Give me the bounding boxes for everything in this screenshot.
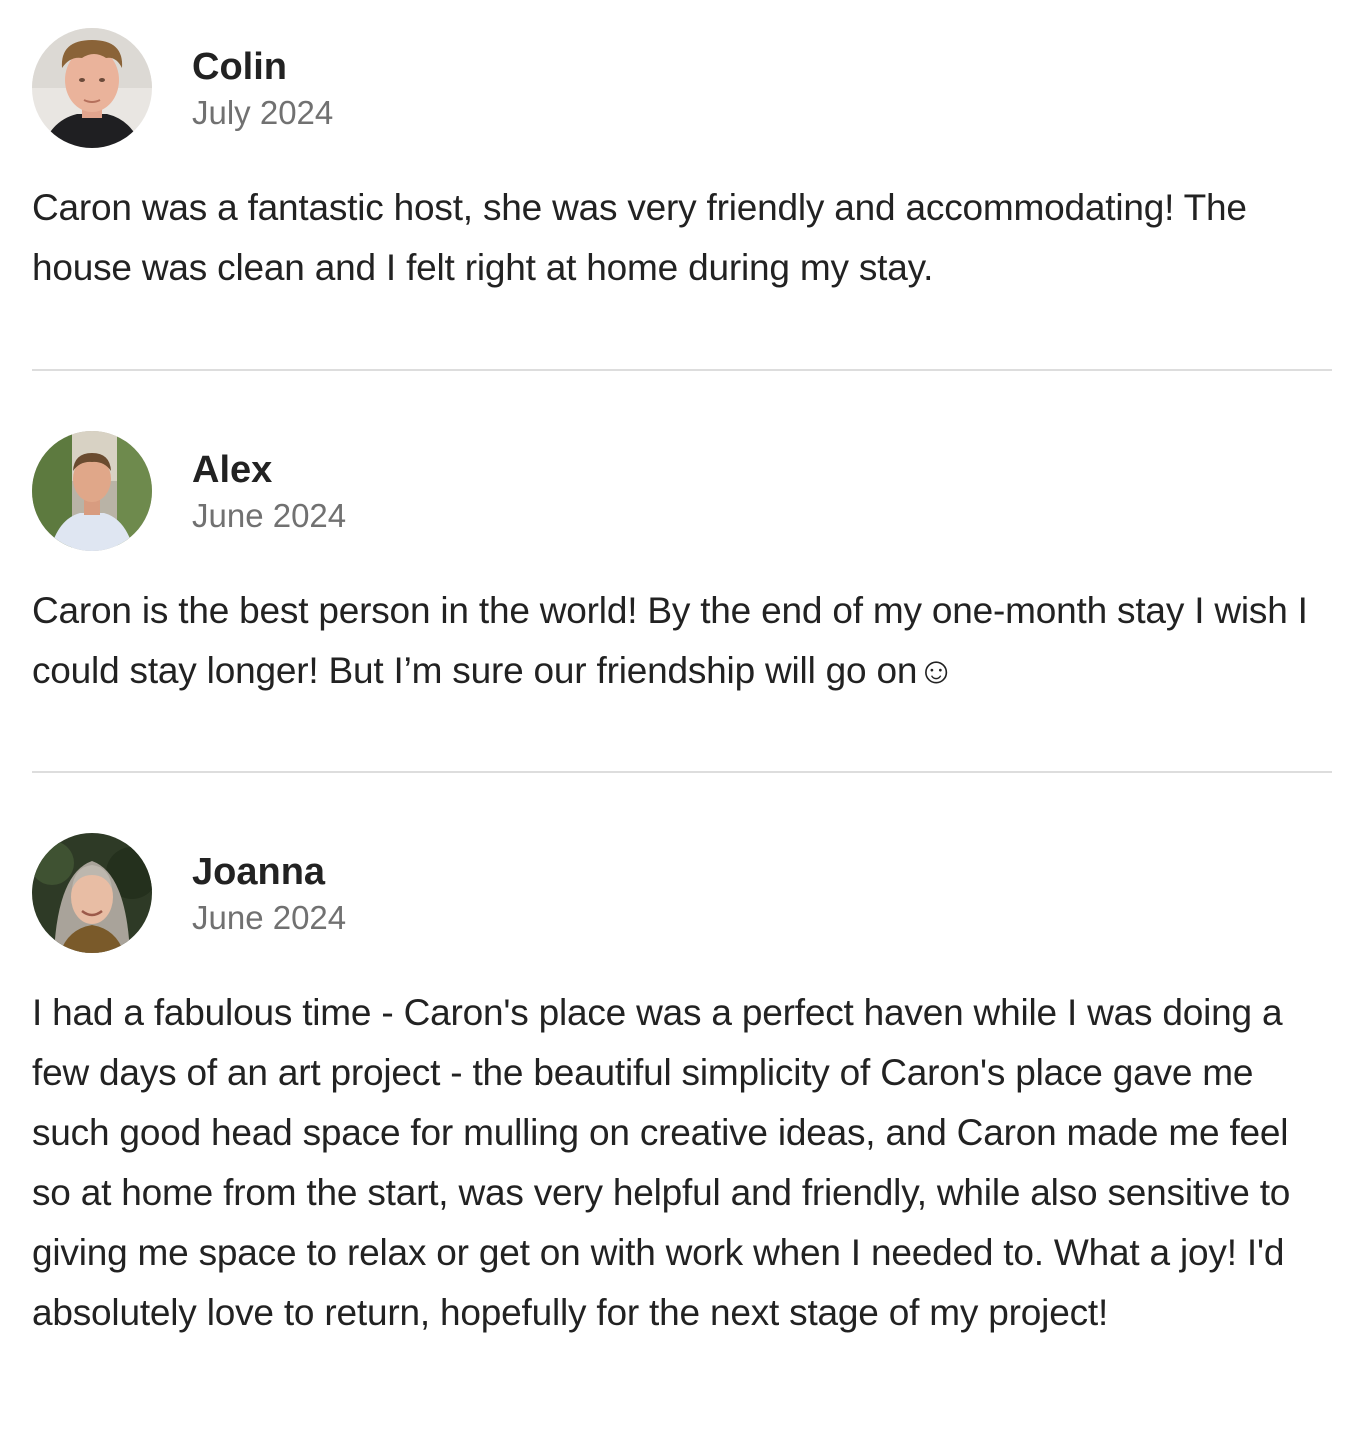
avatar-photo bbox=[32, 833, 152, 953]
avatar[interactable] bbox=[32, 28, 152, 148]
review-header: Colin July 2024 bbox=[32, 28, 1332, 148]
review-date: June 2024 bbox=[192, 899, 347, 936]
review-header: Joanna June 2024 bbox=[32, 833, 1332, 953]
review-text: Caron was a fantastic host, she was very… bbox=[32, 187, 1247, 288]
review-header: Alex June 2024 bbox=[32, 431, 1332, 551]
reviewer-name: Colin bbox=[192, 46, 287, 88]
review-text: Caron is the best person in the world! B… bbox=[32, 590, 1308, 691]
avatar[interactable] bbox=[32, 431, 152, 551]
divider bbox=[32, 369, 1332, 371]
avatar-photo bbox=[32, 431, 152, 551]
review-item: Joanna June 2024 I had a fabulous time -… bbox=[32, 833, 1332, 1333]
review-text: I had a fabulous time - Caron's place wa… bbox=[32, 992, 1291, 1333]
reviewer-name: Joanna bbox=[192, 851, 326, 893]
review-date: June 2024 bbox=[192, 497, 347, 534]
divider bbox=[32, 771, 1332, 773]
review-item: Colin July 2024 Caron was a fantastic ho… bbox=[32, 28, 1332, 288]
review-date: July 2024 bbox=[192, 94, 334, 131]
review-item: Alex June 2024 Caron is the best person … bbox=[32, 431, 1332, 691]
avatar[interactable] bbox=[32, 833, 152, 953]
reviewer-name: Alex bbox=[192, 449, 273, 491]
avatar-photo bbox=[32, 28, 152, 148]
